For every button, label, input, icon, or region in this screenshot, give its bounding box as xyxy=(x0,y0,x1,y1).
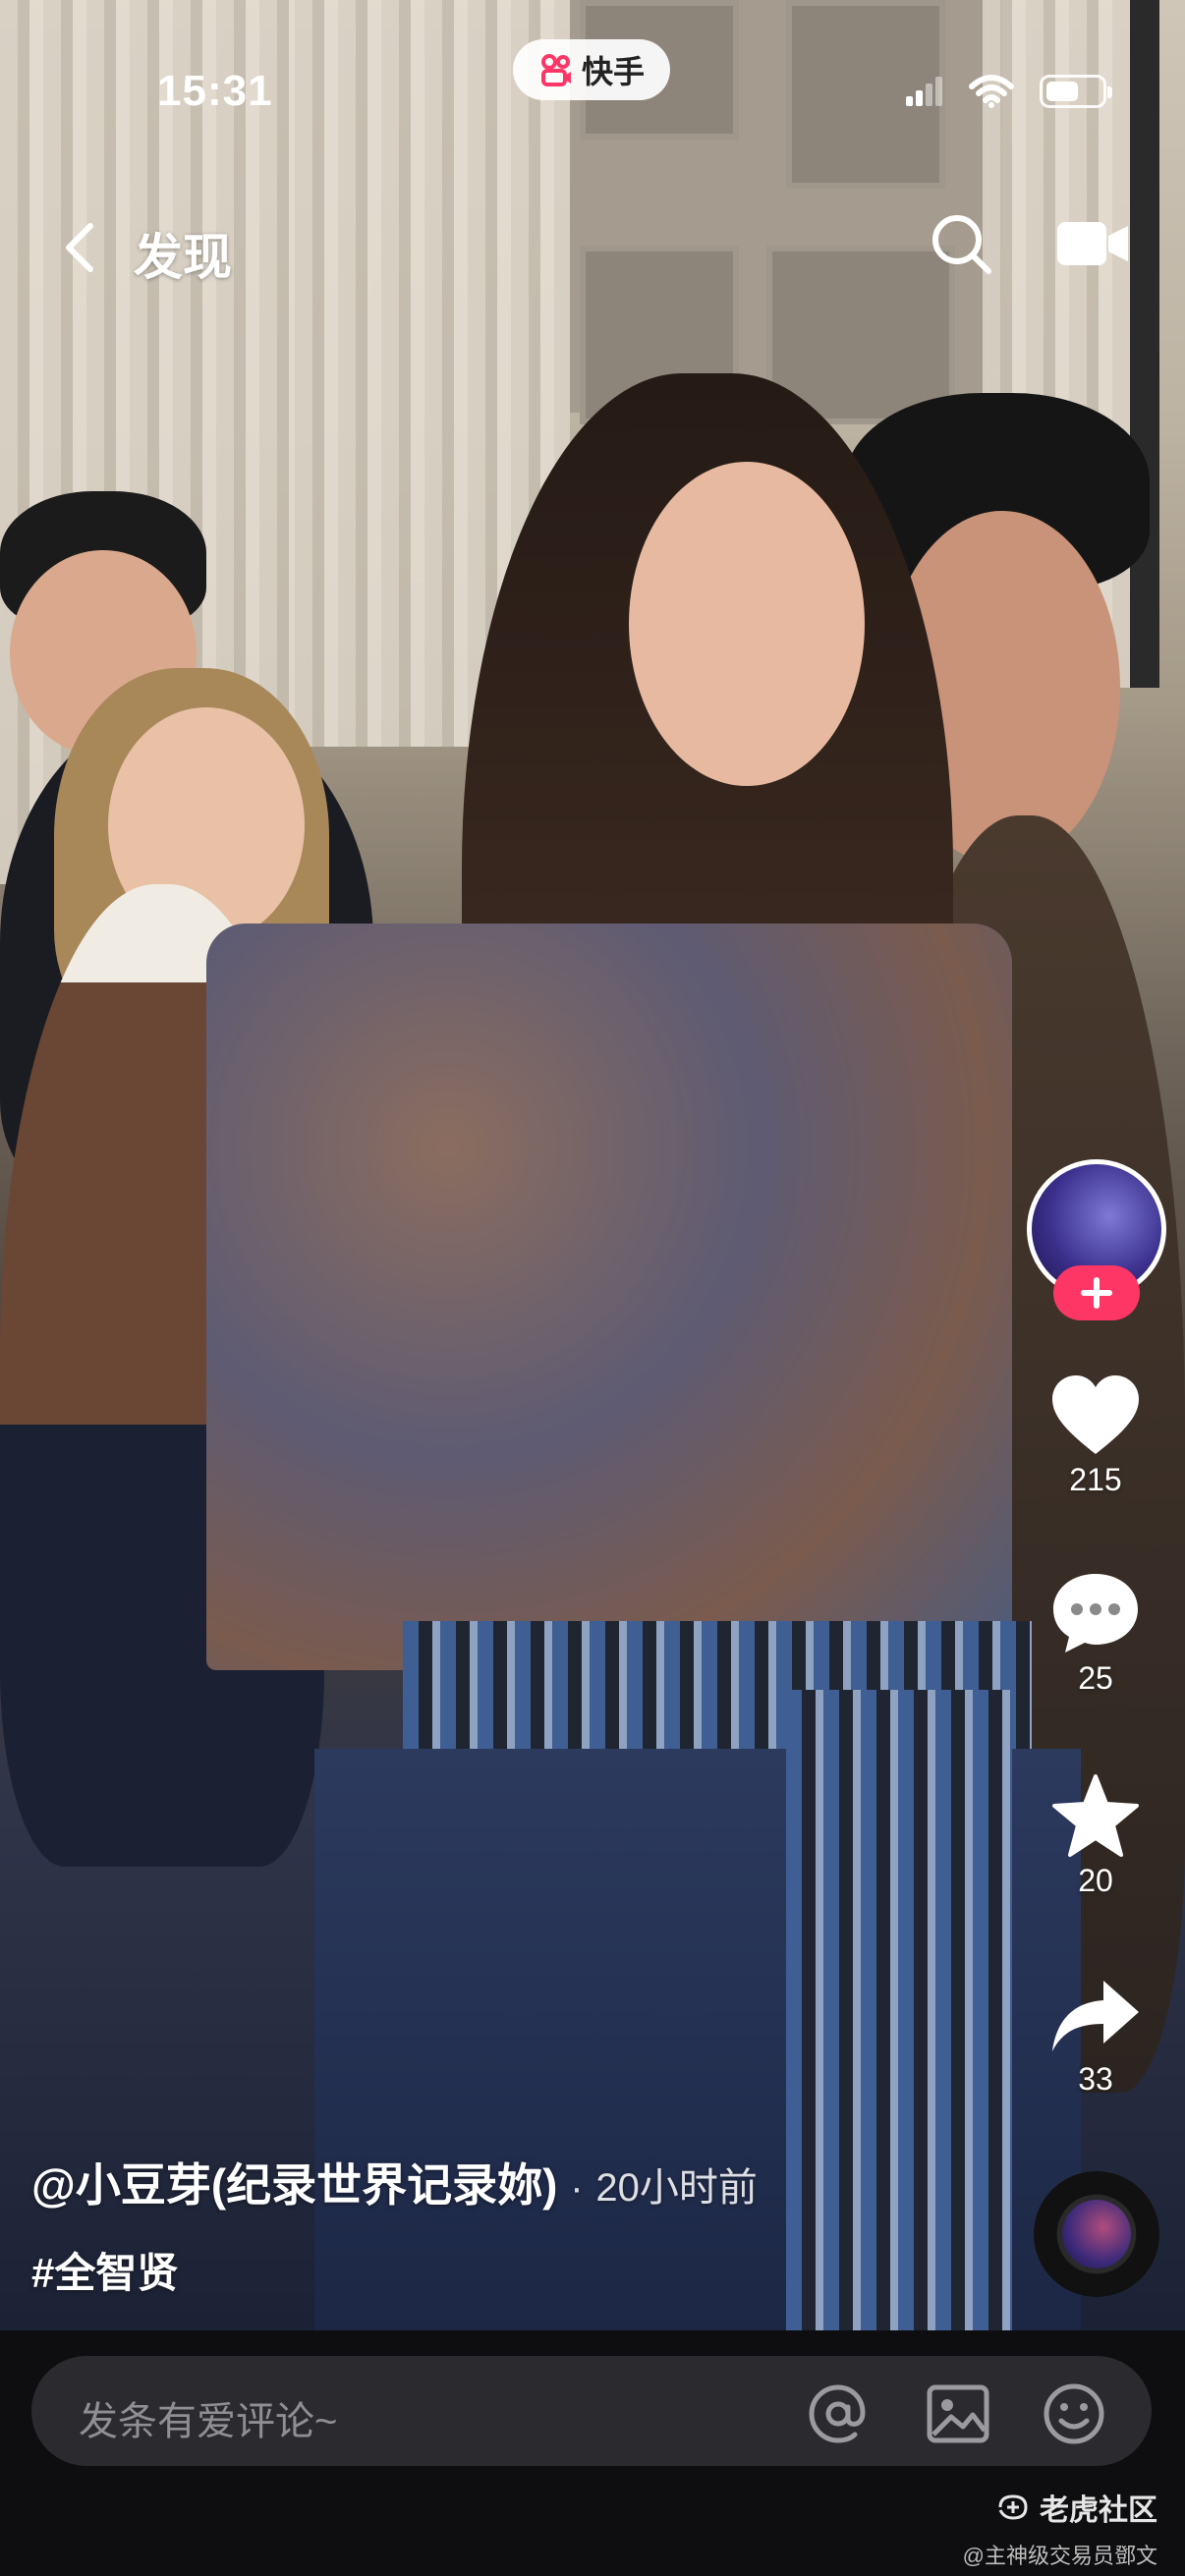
share-button[interactable]: 33 xyxy=(1022,1975,1169,2098)
tiger-logo-icon xyxy=(998,2494,1028,2520)
emoji-icon[interactable] xyxy=(1040,2380,1108,2448)
hashtag-link[interactable]: #全智贤 xyxy=(31,2240,178,2300)
page-title: 发现 xyxy=(134,230,232,285)
kuaishou-logo-icon xyxy=(540,54,571,86)
subject-person xyxy=(786,1690,1012,2330)
music-disc-icon[interactable] xyxy=(1034,2171,1159,2297)
camera-icon[interactable] xyxy=(1055,218,1130,269)
share-arrow-icon xyxy=(1052,1981,1139,2051)
heart-icon xyxy=(1052,1375,1139,1454)
watermark-author: @主神级交易员鄧文 xyxy=(962,2544,1157,2568)
watermark-brand: 老虎社区 xyxy=(963,2486,1157,2529)
comment-bubble-icon xyxy=(1053,1574,1138,1652)
author-name[interactable]: @小豆芽(纪录世界记录妳) xyxy=(31,2159,558,2211)
subject-person xyxy=(206,924,1012,1670)
kuaishou-pill-label: 快手 xyxy=(581,54,645,89)
favorite-button[interactable]: 20 xyxy=(1022,1772,1169,1899)
watermark: 老虎社区 @主神级交易员鄧文 xyxy=(963,2486,1157,2570)
signal-icon xyxy=(906,77,942,106)
favorite-count: 20 xyxy=(1078,1863,1113,1898)
music-cover xyxy=(1062,2200,1131,2268)
follow-plus-icon xyxy=(1081,1277,1112,1309)
follow-button[interactable] xyxy=(1053,1265,1140,1320)
kuaishou-pill[interactable]: 快手 xyxy=(513,39,670,100)
image-icon[interactable] xyxy=(924,2380,992,2448)
video-player[interactable] xyxy=(0,0,1185,2330)
back-icon[interactable] xyxy=(57,218,100,277)
battery-icon xyxy=(1040,75,1112,108)
comment-count: 25 xyxy=(1078,1660,1113,1696)
at-icon[interactable] xyxy=(804,2380,873,2448)
share-count: 33 xyxy=(1078,2061,1113,2097)
status-time: 15:31 xyxy=(157,67,273,115)
like-count: 215 xyxy=(1069,1462,1122,1497)
star-icon xyxy=(1052,1774,1139,1857)
watermark-brand-label: 老虎社区 xyxy=(1040,2494,1157,2527)
comment-placeholder: 发条有爱评论~ xyxy=(79,2400,338,2443)
like-button[interactable]: 215 xyxy=(1022,1372,1169,1498)
search-icon[interactable] xyxy=(928,210,996,279)
post-time: 20小时前 xyxy=(595,2166,758,2210)
post-separator: · xyxy=(570,2166,584,2210)
post-caption: @小豆芽(纪录世界记录妳) · 20小时前 xyxy=(31,2150,758,2214)
subject-person xyxy=(629,462,865,786)
battery-fill xyxy=(1046,82,1078,101)
comment-button[interactable]: 25 xyxy=(1022,1570,1169,1697)
status-icons xyxy=(906,75,1112,108)
background-lamp xyxy=(1130,0,1159,688)
wifi-icon xyxy=(969,75,1014,108)
